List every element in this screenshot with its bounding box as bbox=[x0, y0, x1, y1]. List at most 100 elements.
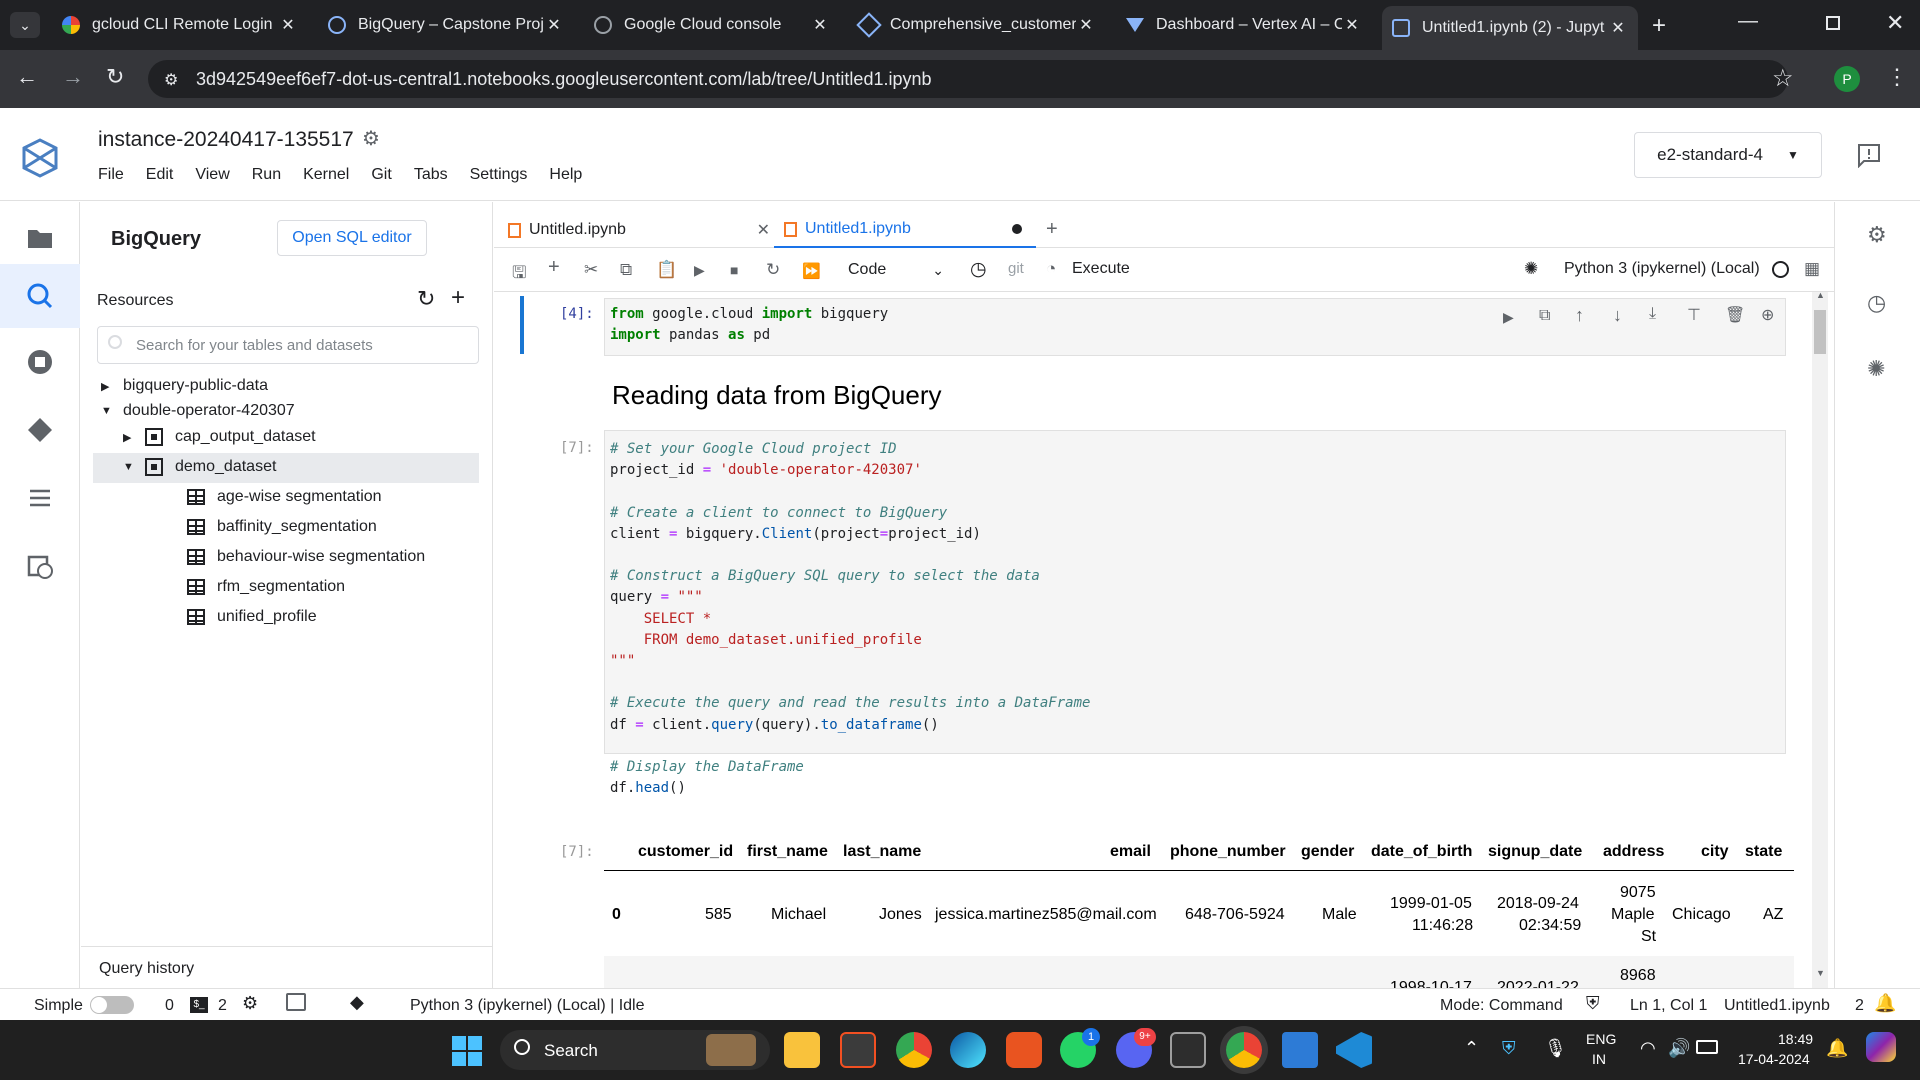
table-of-contents-icon[interactable] bbox=[26, 484, 54, 512]
unsaved-dot-icon[interactable] bbox=[1012, 224, 1022, 234]
run-cell-icon[interactable]: ▶ bbox=[694, 262, 705, 279]
duplicate-cell-icon[interactable]: ⧉ bbox=[1539, 307, 1550, 325]
back-arrow-icon[interactable]: ← bbox=[16, 64, 38, 90]
close-icon[interactable]: ✕ bbox=[810, 15, 830, 35]
file-explorer-icon[interactable] bbox=[784, 1032, 820, 1068]
debugger-bug-icon[interactable]: ✺ bbox=[1524, 259, 1538, 279]
battery-icon[interactable] bbox=[1696, 1040, 1718, 1054]
notebook-tab[interactable]: Untitled.ipynb ✕ bbox=[508, 212, 770, 248]
search-box[interactable]: Search for your tables and datasets bbox=[97, 326, 479, 364]
tree-table[interactable]: baffinity_segmentation bbox=[187, 518, 377, 536]
close-icon[interactable]: ✕ bbox=[1608, 18, 1628, 38]
bookmark-star-icon[interactable]: ☆ bbox=[1772, 64, 1794, 93]
move-up-icon[interactable]: ↑ bbox=[1575, 305, 1584, 326]
restart-kernel-icon[interactable]: ↻ bbox=[766, 260, 780, 280]
close-icon[interactable]: ✕ bbox=[1342, 15, 1362, 35]
history-icon[interactable]: ◷ bbox=[1867, 290, 1886, 316]
menu-tabs[interactable]: Tabs bbox=[414, 166, 448, 184]
language-code[interactable]: ENG bbox=[1586, 1031, 1616, 1047]
taskbar-search-box[interactable]: Search bbox=[500, 1030, 770, 1070]
tree-table[interactable]: unified_profile bbox=[187, 608, 317, 626]
expanded-arrow-icon[interactable]: ▼ bbox=[123, 461, 137, 473]
new-notebook-tab-plus-icon[interactable]: + bbox=[1046, 218, 1058, 241]
notebook-tab-active[interactable]: Untitled1.ipynb bbox=[774, 212, 1036, 248]
menu-kernel[interactable]: Kernel bbox=[303, 166, 349, 184]
copy-icon[interactable]: ⧉ bbox=[620, 260, 632, 280]
menu-run[interactable]: Run bbox=[252, 166, 281, 184]
execute-button[interactable]: Execute bbox=[1072, 260, 1130, 278]
insert-cell-plus-icon[interactable]: + bbox=[548, 256, 560, 279]
security-shield-icon[interactable]: ⛨ bbox=[1586, 993, 1600, 1014]
chrome-taskbar-icon[interactable] bbox=[896, 1032, 932, 1068]
metrics-chart-icon[interactable] bbox=[286, 993, 306, 1011]
tree-dataset-selected[interactable]: ▼ demo_dataset bbox=[123, 458, 276, 476]
refresh-icon[interactable]: ↻ bbox=[417, 286, 435, 312]
close-icon[interactable]: ✕ bbox=[757, 220, 770, 240]
save-icon[interactable]: 🖫 bbox=[512, 260, 526, 289]
new-tab-plus-icon[interactable]: + bbox=[1652, 12, 1666, 40]
simple-mode-toggle[interactable] bbox=[90, 996, 134, 1014]
expanded-arrow-icon[interactable]: ▼ bbox=[101, 405, 115, 417]
code-text[interactable]: from google.cloud import bigquery import… bbox=[610, 304, 888, 346]
menu-edit[interactable]: Edit bbox=[146, 166, 174, 184]
tree-project[interactable]: ▶ bigquery-public-data bbox=[101, 377, 268, 395]
copilot-icon[interactable] bbox=[1866, 1032, 1896, 1062]
notepad-icon[interactable] bbox=[1282, 1032, 1318, 1068]
kernel-status-text[interactable]: Python 3 (ipykernel) (Local) | Idle bbox=[410, 997, 644, 1015]
terminal-app-icon[interactable] bbox=[1170, 1032, 1206, 1068]
paste-icon[interactable]: 📋 bbox=[656, 260, 677, 280]
scroll-down-arrow-icon[interactable]: ▼ bbox=[1816, 968, 1825, 978]
execute-clock-icon[interactable]: ◔ bbox=[1046, 259, 1056, 279]
browser-tab[interactable]: Comprehensive_customer ✕ bbox=[850, 8, 1106, 42]
restore-icon[interactable] bbox=[1826, 16, 1840, 30]
run-cell-icon[interactable]: ▶ bbox=[1503, 309, 1514, 326]
language-region[interactable]: IN bbox=[1592, 1051, 1606, 1067]
collapsed-arrow-icon[interactable]: ▶ bbox=[123, 431, 137, 444]
menu-view[interactable]: View bbox=[195, 166, 229, 184]
folder-icon[interactable] bbox=[26, 224, 54, 252]
tree-table[interactable]: age-wise segmentation bbox=[187, 488, 382, 506]
ubuntu-icon[interactable] bbox=[1006, 1032, 1042, 1068]
open-sql-editor-button[interactable]: Open SQL editor bbox=[277, 220, 427, 256]
scrollbar-track[interactable]: ▲ ▼ bbox=[1812, 292, 1828, 988]
browser-tab[interactable]: gcloud CLI Remote Login ✕ bbox=[52, 8, 308, 42]
scrollbar-thumb[interactable] bbox=[1814, 310, 1826, 354]
notification-bell-icon[interactable]: 🔔 bbox=[1874, 993, 1896, 1014]
minimize-icon[interactable]: — bbox=[1738, 10, 1758, 33]
insert-below-icon[interactable]: ⊤ bbox=[1687, 305, 1701, 325]
stop-circle-icon[interactable] bbox=[26, 348, 54, 376]
cell-type-select[interactable]: Code ⌄ bbox=[848, 256, 944, 284]
git-label[interactable]: git bbox=[1008, 260, 1024, 277]
notification-bell-icon[interactable]: 🔔 bbox=[1826, 1038, 1848, 1059]
close-icon[interactable]: ✕ bbox=[1076, 15, 1096, 35]
omnibox[interactable]: ⚙ 3d942549eef6ef7-dot-us-central1.notebo… bbox=[148, 60, 1794, 98]
code-text[interactable]: # Set your Google Cloud project ID proje… bbox=[610, 439, 1090, 799]
code-cell-2[interactable]: # Set your Google Cloud project ID proje… bbox=[604, 430, 1786, 796]
git-status-icon[interactable]: ◆ bbox=[350, 992, 364, 1013]
collapsed-arrow-icon[interactable]: ▶ bbox=[101, 380, 115, 393]
wifi-icon[interactable]: ◠ bbox=[1640, 1038, 1656, 1059]
chrome-profile-icon[interactable] bbox=[1226, 1032, 1262, 1068]
cut-icon[interactable]: ✂ bbox=[584, 260, 598, 280]
scroll-up-arrow-icon[interactable]: ▲ bbox=[1816, 292, 1825, 300]
reload-icon[interactable]: ↻ bbox=[106, 64, 124, 90]
forward-arrow-icon[interactable]: → bbox=[62, 64, 84, 90]
bigquery-icon[interactable] bbox=[26, 282, 54, 310]
tree-project[interactable]: ▼ double-operator-420307 bbox=[101, 402, 295, 420]
git-icon[interactable] bbox=[26, 416, 54, 444]
site-info-icon[interactable]: ⚙ bbox=[164, 70, 178, 90]
zoom-icon[interactable]: ⊕ bbox=[1761, 305, 1774, 325]
defender-shield-icon[interactable]: ⛨ bbox=[1502, 1038, 1516, 1059]
calendar-icon[interactable]: ▦ bbox=[1804, 259, 1820, 279]
menu-help[interactable]: Help bbox=[549, 166, 582, 184]
microphone-icon[interactable]: 🎙 bbox=[1544, 1038, 1567, 1059]
clock-time[interactable]: 18:49 bbox=[1778, 1031, 1813, 1047]
terminal-icon[interactable]: $_ bbox=[190, 997, 208, 1013]
browser-tab-active[interactable]: Untitled1.ipynb (2) - Jupyt ✕ bbox=[1382, 6, 1638, 50]
clock-date[interactable]: 17-04-2024 bbox=[1738, 1051, 1810, 1067]
show-hidden-icons-chevron-icon[interactable]: ⌃ bbox=[1464, 1038, 1479, 1059]
clock-icon[interactable]: ◷ bbox=[970, 258, 987, 281]
code-cell-1[interactable]: from google.cloud import bigquery import… bbox=[604, 298, 1786, 356]
interrupt-kernel-icon[interactable]: ■ bbox=[730, 262, 738, 278]
volume-icon[interactable]: 🔊 bbox=[1668, 1038, 1690, 1059]
